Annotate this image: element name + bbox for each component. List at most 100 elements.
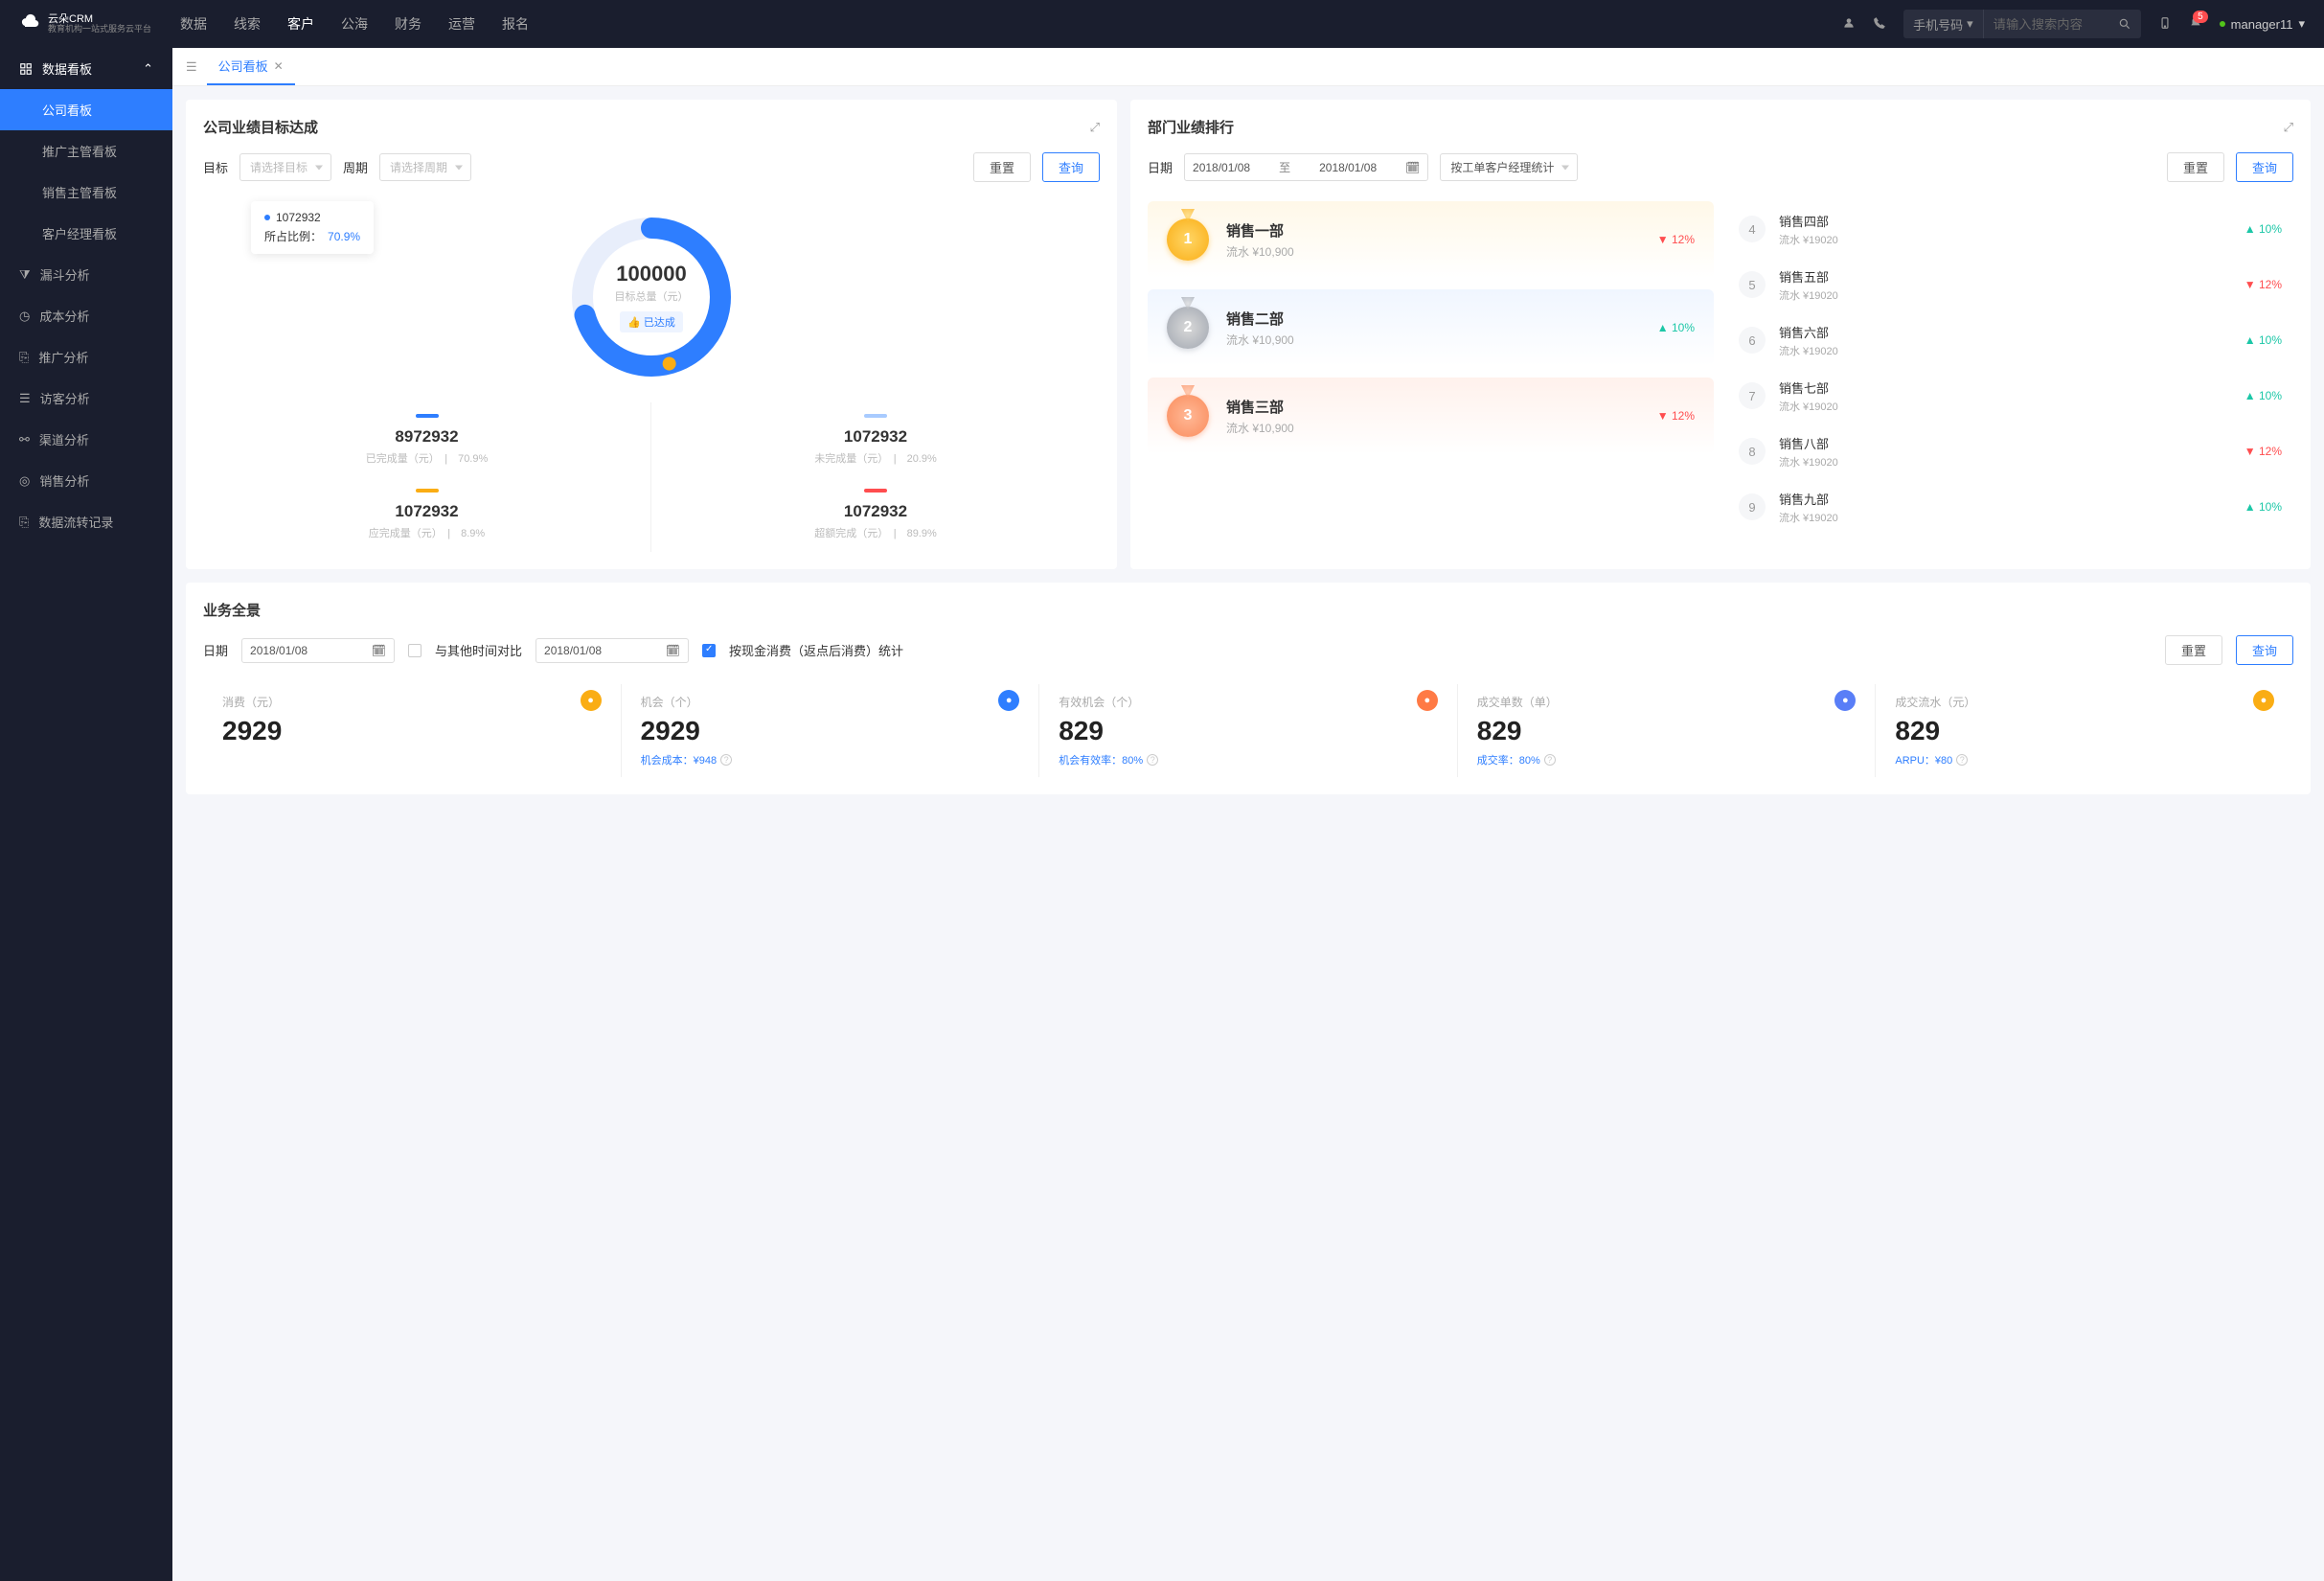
sidebar-group-dashboard[interactable]: 数据看板 ⌃ — [0, 48, 172, 89]
nav-item[interactable]: 线索 — [234, 14, 261, 34]
logo-subtitle: 教育机构一站式服务云平台 — [48, 25, 151, 34]
chevron-down-icon: ▾ — [2298, 16, 2305, 32]
nav-item[interactable]: 财务 — [395, 14, 422, 34]
stat-icon: ● — [2253, 690, 2274, 711]
sidebar-item[interactable]: ⎘推广分析 — [0, 336, 172, 378]
sidebar-item[interactable]: ◷成本分析 — [0, 295, 172, 336]
query-button[interactable]: 查询 — [2236, 635, 2293, 665]
date-label: 日期 — [203, 641, 228, 659]
rank-title: 部门业绩排行 — [1148, 117, 1234, 137]
mobile-icon[interactable] — [2158, 16, 2172, 33]
cash-label: 按现金消费（返点后消费）统计 — [729, 641, 903, 659]
rank-item: 8 销售八部流水 ¥19020 ▼ 12% — [1727, 424, 2293, 479]
nav-item[interactable]: 数据 — [180, 14, 207, 34]
card-rank: 部门业绩排行 ⤢ 日期 2018/01/08 至 2018/01/08 🗓 按工… — [1130, 100, 2311, 569]
rank-item: 7 销售七部流水 ¥19020 ▲ 10% — [1727, 368, 2293, 424]
nav-item[interactable]: 客户 — [287, 14, 314, 34]
nav-items: 数据 线索 客户 公海 财务 运营 报名 — [180, 14, 529, 34]
percent-change: ▼ 12% — [1657, 233, 1695, 246]
sidebar-item[interactable]: ⧩漏斗分析 — [0, 254, 172, 295]
user-menu[interactable]: manager11 ▾ — [2220, 16, 2305, 32]
nav-item[interactable]: 报名 — [502, 14, 529, 34]
query-button[interactable]: 查询 — [2236, 152, 2293, 182]
nav-item[interactable]: 运营 — [448, 14, 475, 34]
stat-item: ● 有效机会（个） 829机会有效率：80% ? — [1039, 684, 1458, 777]
help-icon[interactable]: ? — [720, 754, 732, 766]
percent-change: ▲ 10% — [1657, 321, 1695, 334]
chevron-up-icon: ⌃ — [143, 61, 153, 77]
goal-title: 公司业绩目标达成 — [203, 117, 318, 137]
percent-change: ▼ 12% — [1657, 409, 1695, 423]
donut-chart: 100000 目标总量（元） 👍 已达成 — [565, 211, 738, 383]
cash-checkbox[interactable] — [702, 644, 716, 657]
phone-icon[interactable] — [1873, 16, 1886, 33]
achieved-tag: 👍 已达成 — [620, 311, 683, 332]
rank-number: 5 — [1739, 271, 1766, 298]
search-box: 手机号码 ▾ — [1903, 10, 2141, 38]
stat-icon: ● — [581, 690, 602, 711]
sidebar-sub-item[interactable]: 推广主管看板 — [0, 130, 172, 172]
query-button[interactable]: 查询 — [1042, 152, 1100, 182]
compare-checkbox[interactable] — [408, 644, 422, 657]
rank-number: 4 — [1739, 216, 1766, 242]
reset-button[interactable]: 重置 — [973, 152, 1031, 182]
target-label: 目标 — [203, 158, 228, 176]
tab-bar: ☰ 公司看板 ✕ — [172, 48, 2324, 86]
bar-icon — [416, 489, 439, 493]
sidebar-item[interactable]: ⎘数据流转记录 — [0, 501, 172, 542]
menu-icon: ◷ — [19, 309, 30, 324]
sidebar: 数据看板 ⌃ 公司看板推广主管看板销售主管看板客户经理看板 ⧩漏斗分析◷成本分析… — [0, 48, 172, 1581]
target-select[interactable]: 请选择目标 — [239, 153, 331, 181]
reset-button[interactable]: 重置 — [2165, 635, 2222, 665]
help-icon[interactable]: ? — [1956, 754, 1968, 766]
top-nav: 云朵CRM 教育机构一站式服务云平台 数据 线索 客户 公海 财务 运营 报名 手机号码 ▾… — [0, 0, 2324, 48]
dot-icon — [264, 215, 270, 220]
reset-button[interactable]: 重置 — [2167, 152, 2224, 182]
search-type-select[interactable]: 手机号码 ▾ — [1903, 10, 1984, 38]
mode-select[interactable]: 按工单客户经理统计 — [1440, 153, 1578, 181]
collapse-icon[interactable]: ☰ — [186, 59, 197, 75]
podium-item: 1 销售一部流水 ¥10,900 ▼ 12% — [1148, 201, 1714, 278]
search-input[interactable] — [1984, 10, 2108, 38]
close-icon[interactable]: ✕ — [274, 59, 284, 73]
percent-change: ▲ 10% — [2244, 222, 2282, 236]
tab-company-board[interactable]: 公司看板 ✕ — [207, 48, 295, 85]
menu-icon: ⧩ — [19, 267, 31, 283]
help-icon[interactable]: ? — [1544, 754, 1556, 766]
sidebar-sub-item[interactable]: 销售主管看板 — [0, 172, 172, 213]
sidebar-item[interactable]: ⚯渠道分析 — [0, 419, 172, 460]
nav-item[interactable]: 公海 — [341, 14, 368, 34]
calendar-icon: 🗓 — [372, 644, 386, 657]
expand-icon[interactable]: ⤢ — [2284, 120, 2293, 135]
notification-badge: 5 — [2193, 11, 2208, 23]
stat-item: ● 消费（元） 2929 — [203, 684, 622, 777]
bell-icon[interactable]: 5 — [2189, 16, 2202, 33]
sidebar-sub-item[interactable]: 客户经理看板 — [0, 213, 172, 254]
menu-icon: ⎘ — [19, 350, 29, 365]
rank-number: 6 — [1739, 327, 1766, 354]
rank-item: 4 销售四部流水 ¥19020 ▲ 10% — [1727, 201, 2293, 257]
logo: 云朵CRM 教育机构一站式服务云平台 — [19, 12, 151, 35]
medal-icon: 3 — [1167, 395, 1209, 437]
date-label: 日期 — [1148, 158, 1173, 176]
help-icon[interactable]: ? — [1147, 754, 1158, 766]
sidebar-item[interactable]: ◎销售分析 — [0, 460, 172, 501]
medal-icon: 2 — [1167, 307, 1209, 349]
date-picker-2[interactable]: 2018/01/08 🗓 — [535, 638, 689, 663]
sidebar-item[interactable]: ☰访客分析 — [0, 378, 172, 419]
sidebar-sub-item[interactable]: 公司看板 — [0, 89, 172, 130]
expand-icon[interactable]: ⤢ — [1090, 120, 1100, 135]
search-button[interactable] — [2108, 10, 2141, 38]
bar-icon — [864, 414, 887, 418]
user-icon[interactable] — [1842, 16, 1856, 33]
dashboard-icon — [19, 62, 33, 76]
date-range-picker[interactable]: 2018/01/08 至 2018/01/08 🗓 — [1184, 153, 1428, 181]
menu-icon: ⚯ — [19, 432, 30, 447]
rank-item: 5 销售五部流水 ¥19020 ▼ 12% — [1727, 257, 2293, 312]
period-select[interactable]: 请选择周期 — [379, 153, 471, 181]
metric: 1072932 应完成量（元） | 8.9% — [203, 477, 651, 552]
date-picker-1[interactable]: 2018/01/08 🗓 — [241, 638, 395, 663]
card-overview: 业务全景 日期 2018/01/08 🗓 与其他时间对比 2018/01/08 … — [186, 583, 2311, 794]
percent-change: ▲ 10% — [2244, 333, 2282, 347]
card-goal: 公司业绩目标达成 ⤢ 目标 请选择目标 周期 请选择周期 重置 查询 — [186, 100, 1117, 569]
